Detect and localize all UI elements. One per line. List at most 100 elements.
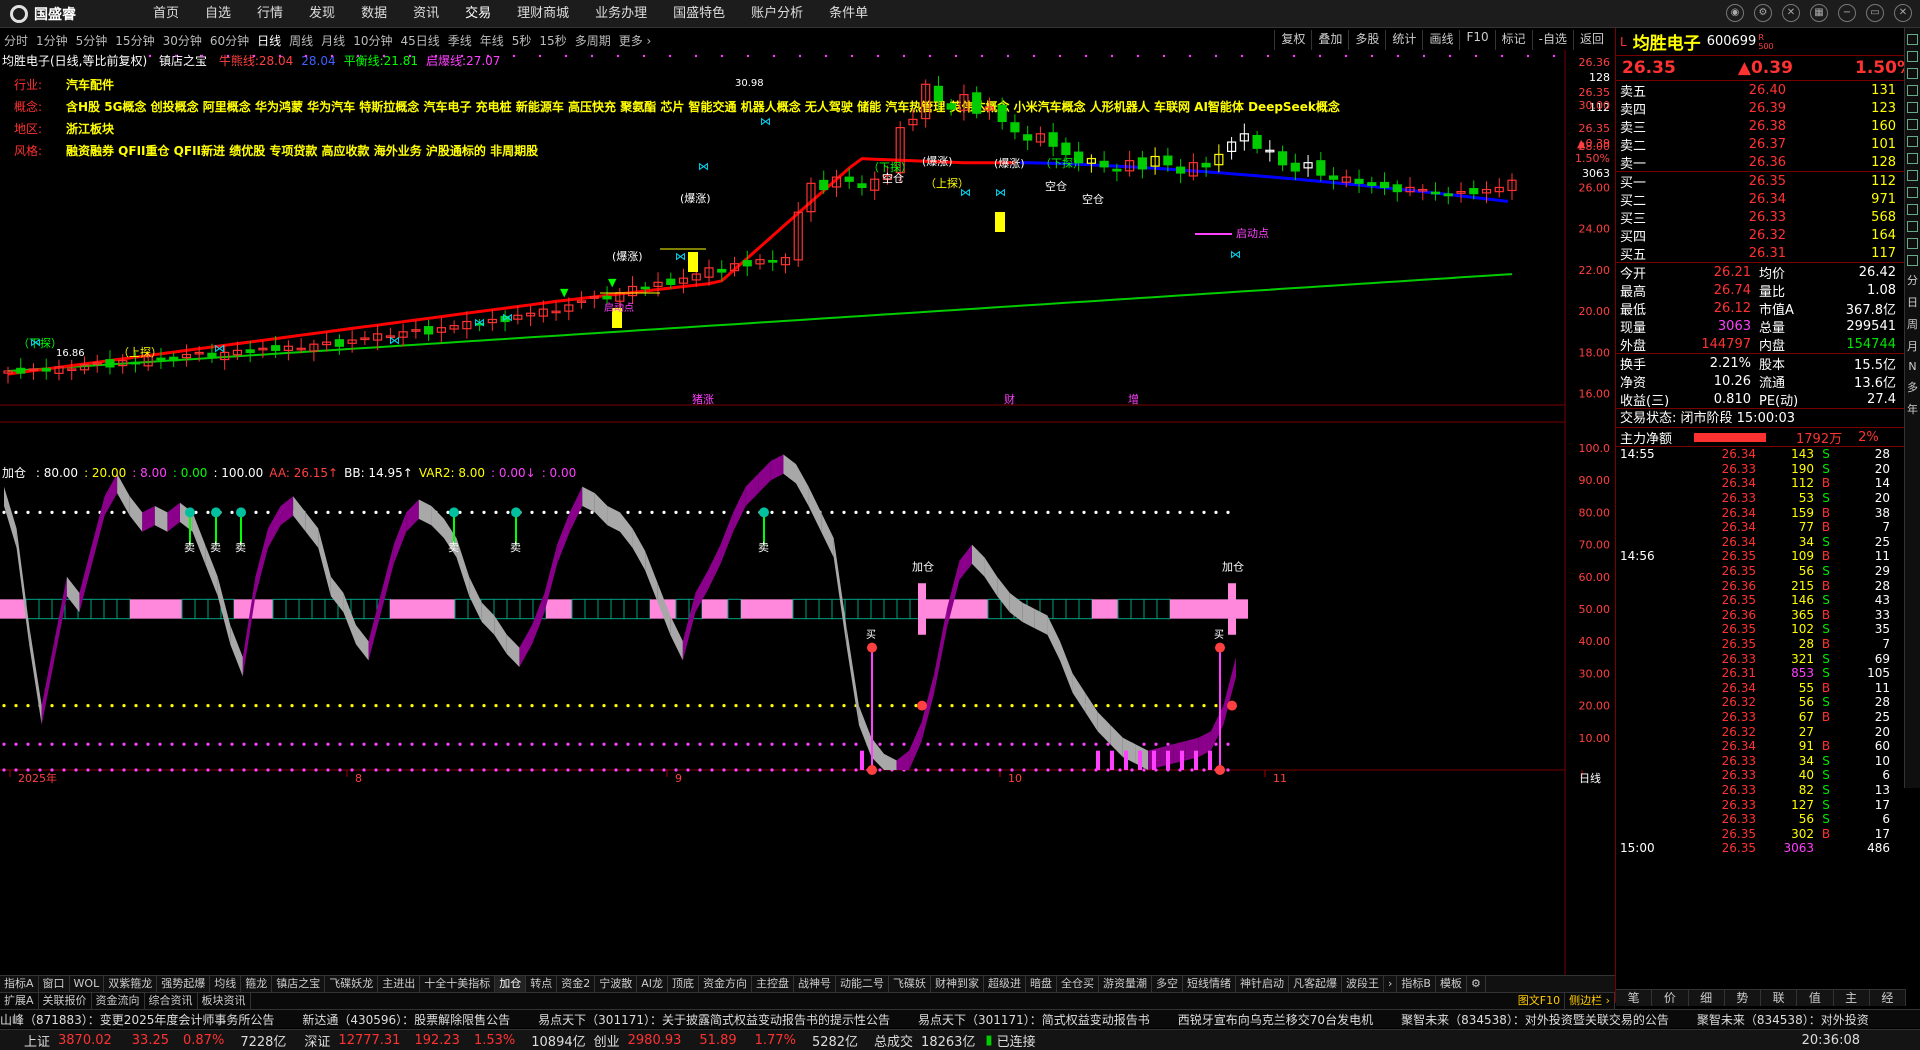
period-tab[interactable]: 15秒 bbox=[535, 32, 570, 49]
quote-tab[interactable]: 势 bbox=[1725, 990, 1761, 1006]
quote-tab[interactable]: 笔 bbox=[1616, 990, 1653, 1006]
quote-tab[interactable]: 主 bbox=[1834, 990, 1870, 1006]
side-period-tab[interactable]: 日 bbox=[1907, 294, 1918, 310]
side-period-tab[interactable]: N bbox=[1908, 360, 1916, 373]
quote-tab[interactable]: 细 bbox=[1689, 990, 1725, 1006]
menu-item[interactable]: 自选 bbox=[192, 0, 244, 28]
period-tab[interactable]: 更多 › bbox=[615, 32, 656, 49]
period-tab[interactable]: 45日线 bbox=[396, 32, 443, 49]
settings-icon[interactable]: ⚙ bbox=[1754, 4, 1772, 22]
quote-tab[interactable]: 值 bbox=[1797, 990, 1834, 1006]
news-item[interactable]: 新达通（430596）：股票解除限售公告 bbox=[302, 1011, 510, 1028]
side-period-tab[interactable]: 分 bbox=[1907, 272, 1918, 288]
side-tool-icon[interactable] bbox=[1907, 102, 1918, 113]
indicator-tab[interactable]: 飞碟妖 bbox=[889, 976, 931, 992]
period-tab[interactable]: 5分钟 bbox=[72, 32, 112, 49]
period-tab[interactable]: 5秒 bbox=[508, 32, 536, 49]
quote-tab[interactable]: 经 bbox=[1870, 990, 1906, 1006]
bottom-tab[interactable]: 综合资讯 bbox=[145, 993, 198, 1009]
tool-button[interactable]: 画线 bbox=[1422, 30, 1459, 50]
side-period-tab[interactable]: 周 bbox=[1907, 316, 1918, 332]
indicator-tab[interactable]: 转点 bbox=[526, 976, 558, 992]
indicator-tab[interactable]: 主进出 bbox=[378, 976, 421, 992]
menu-item[interactable]: 交易 bbox=[452, 0, 504, 28]
indicator-tab[interactable]: 游资量潮 bbox=[1099, 976, 1152, 992]
news-item[interactable]: 易点天下（301171）：简式权益变动报告书 bbox=[918, 1011, 1150, 1028]
period-tab[interactable]: 月线 bbox=[317, 32, 349, 49]
period-tab[interactable]: 15分钟 bbox=[111, 32, 158, 49]
menu-item[interactable]: 账户分析 bbox=[738, 0, 816, 28]
message-icon[interactable]: ◉ bbox=[1726, 4, 1744, 22]
quote-tab[interactable]: 联 bbox=[1761, 990, 1798, 1006]
side-period-tab[interactable]: 多 bbox=[1907, 379, 1918, 395]
indicator-tab[interactable]: 神针启动 bbox=[1236, 976, 1289, 992]
indicator-tab[interactable]: 主控盘 bbox=[752, 976, 794, 992]
quote-tab[interactable]: 价 bbox=[1652, 990, 1689, 1006]
chart-area[interactable]: 26.3612826.3511226.35▲0.391.50%306330.00… bbox=[0, 50, 1615, 975]
layout-icon[interactable]: ▦ bbox=[1810, 4, 1828, 22]
side-tool-icon[interactable] bbox=[1907, 238, 1918, 249]
side-tool-icon[interactable] bbox=[1907, 170, 1918, 181]
indicator-tab[interactable]: › bbox=[1384, 976, 1398, 992]
bid-row[interactable]: 买三 26.33 568 bbox=[1616, 208, 1920, 227]
news-item[interactable]: 易点天下（301171）：关于披露简式权益变动报告书的提示性公告 bbox=[538, 1011, 890, 1028]
indicator-tab[interactable]: 飞碟妖龙 bbox=[325, 976, 379, 992]
indicator-tab[interactable]: 动能二号 bbox=[836, 976, 889, 992]
side-tool-icon[interactable] bbox=[1907, 255, 1918, 266]
menu-item[interactable]: 条件单 bbox=[816, 0, 881, 28]
close-icon[interactable]: ✕ bbox=[1894, 4, 1912, 22]
indicator-tab[interactable]: 战神号 bbox=[794, 976, 836, 992]
menu-item[interactable]: 业务办理 bbox=[582, 0, 660, 28]
tool-button[interactable]: 返回 bbox=[1572, 30, 1610, 50]
news-item[interactable]: 西锐牙宣布向乌克兰移交70台发电机 bbox=[1178, 1011, 1373, 1028]
minimize-icon[interactable]: − bbox=[1838, 4, 1856, 22]
period-tab[interactable]: 周线 bbox=[285, 32, 317, 49]
tool-button[interactable]: 统计 bbox=[1385, 30, 1422, 50]
news-ticker[interactable]: 山峰（871883）：变更2025年度会计师事务所公告 新达通（430596）：股… bbox=[0, 1009, 1920, 1028]
menu-item[interactable]: 数据 bbox=[348, 0, 400, 28]
bottom-tab[interactable]: 资金流向 bbox=[92, 993, 145, 1009]
side-tool-icon[interactable] bbox=[1907, 119, 1918, 130]
menu-item[interactable]: 行情 bbox=[244, 0, 296, 28]
indicator-tab[interactable]: 指标A bbox=[0, 976, 39, 992]
bottom-tab[interactable]: 板块资讯 bbox=[198, 993, 251, 1009]
period-tab[interactable]: 多周期 bbox=[571, 32, 615, 49]
tool-button[interactable]: 多股 bbox=[1348, 30, 1385, 50]
bid-row[interactable]: 买五 26.31 117 bbox=[1616, 244, 1920, 263]
side-tool-icon[interactable] bbox=[1907, 221, 1918, 232]
side-tool-icon[interactable] bbox=[1907, 153, 1918, 164]
tool-button[interactable]: -自选 bbox=[1531, 30, 1573, 50]
indicator-tab[interactable]: 宁波散 bbox=[595, 976, 638, 992]
indicator-tab[interactable]: 双紫箍龙 bbox=[104, 976, 158, 992]
indicator-tab[interactable]: 镇店之宝 bbox=[272, 976, 326, 992]
indicator-tab[interactable]: WOL bbox=[70, 976, 105, 992]
indicator-tab[interactable]: 窗口 bbox=[39, 976, 70, 992]
menu-item[interactable]: 国盛特色 bbox=[660, 0, 738, 28]
bottom-tab[interactable]: 扩展A bbox=[0, 993, 39, 1009]
indicator-tab[interactable]: 十全十美指标 bbox=[420, 976, 496, 992]
indicator-tab[interactable]: 箍龙 bbox=[241, 976, 273, 992]
bottom-tab[interactable]: 图文F10 bbox=[1514, 993, 1566, 1009]
tool-button[interactable]: 复权 bbox=[1274, 30, 1311, 50]
side-tool-icon[interactable] bbox=[1907, 204, 1918, 215]
indicator-tab[interactable]: 暗盘 bbox=[1026, 976, 1057, 992]
indicator-tab[interactable]: 全仓买 bbox=[1057, 976, 1099, 992]
indicator-tab[interactable]: 强势起爆 bbox=[157, 976, 211, 992]
side-period-tab[interactable]: 年 bbox=[1907, 401, 1918, 417]
indicator-tab[interactable]: 超级进 bbox=[984, 976, 1026, 992]
menu-item[interactable]: 首页 bbox=[140, 0, 192, 28]
bottom-tab[interactable]: 侧边栏 › bbox=[1565, 993, 1615, 1009]
period-tab[interactable]: 季线 bbox=[444, 32, 476, 49]
ask-row[interactable]: 卖三 26.38 160 bbox=[1616, 117, 1920, 136]
tool-button[interactable]: F10 bbox=[1459, 30, 1494, 50]
news-item[interactable]: 聚智未来（834538）：对外投资 bbox=[1697, 1011, 1869, 1028]
indicator-tab[interactable]: 资金2 bbox=[557, 976, 596, 992]
ask-row[interactable]: 卖二 26.37 101 bbox=[1616, 135, 1920, 154]
indicator-tab[interactable]: 波段王 bbox=[1342, 976, 1384, 992]
ask-row[interactable]: 卖四 26.39 123 bbox=[1616, 99, 1920, 118]
menu-item[interactable]: 资讯 bbox=[400, 0, 452, 28]
side-period-tab[interactable]: 月 bbox=[1907, 338, 1918, 354]
period-tab[interactable]: 30分钟 bbox=[159, 32, 206, 49]
side-tool-icon[interactable] bbox=[1907, 34, 1918, 45]
side-tool-icon[interactable] bbox=[1907, 136, 1918, 147]
